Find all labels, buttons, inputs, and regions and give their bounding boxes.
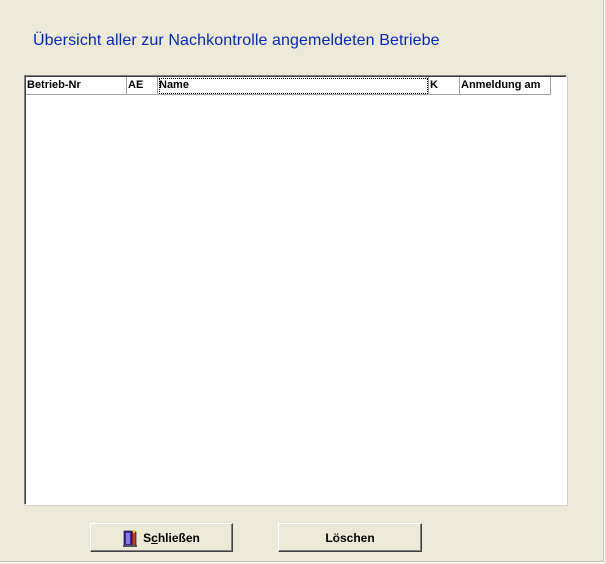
column-header-k[interactable]: K [429,77,460,95]
exit-door-icon [123,529,138,547]
page-title: Übersicht aller zur Nachkontrolle angeme… [33,32,440,49]
column-header-ae[interactable]: AE [127,77,158,95]
close-button-label: Schließen [143,530,200,545]
delete-button[interactable]: Löschen [278,523,422,552]
main-window: Übersicht aller zur Nachkontrolle angeme… [0,0,605,563]
column-header-betrieb-nr[interactable]: Betrieb-Nr [26,77,127,95]
betriebe-list[interactable]: Betrieb-Nr AE Name K Anmeldung am [24,75,567,505]
column-header-anmeldung-am[interactable]: Anmeldung am [460,77,551,95]
list-header: Betrieb-Nr AE Name K Anmeldung am [26,77,551,95]
column-header-name[interactable]: Name [158,77,429,95]
close-button[interactable]: Schließen [90,523,233,552]
